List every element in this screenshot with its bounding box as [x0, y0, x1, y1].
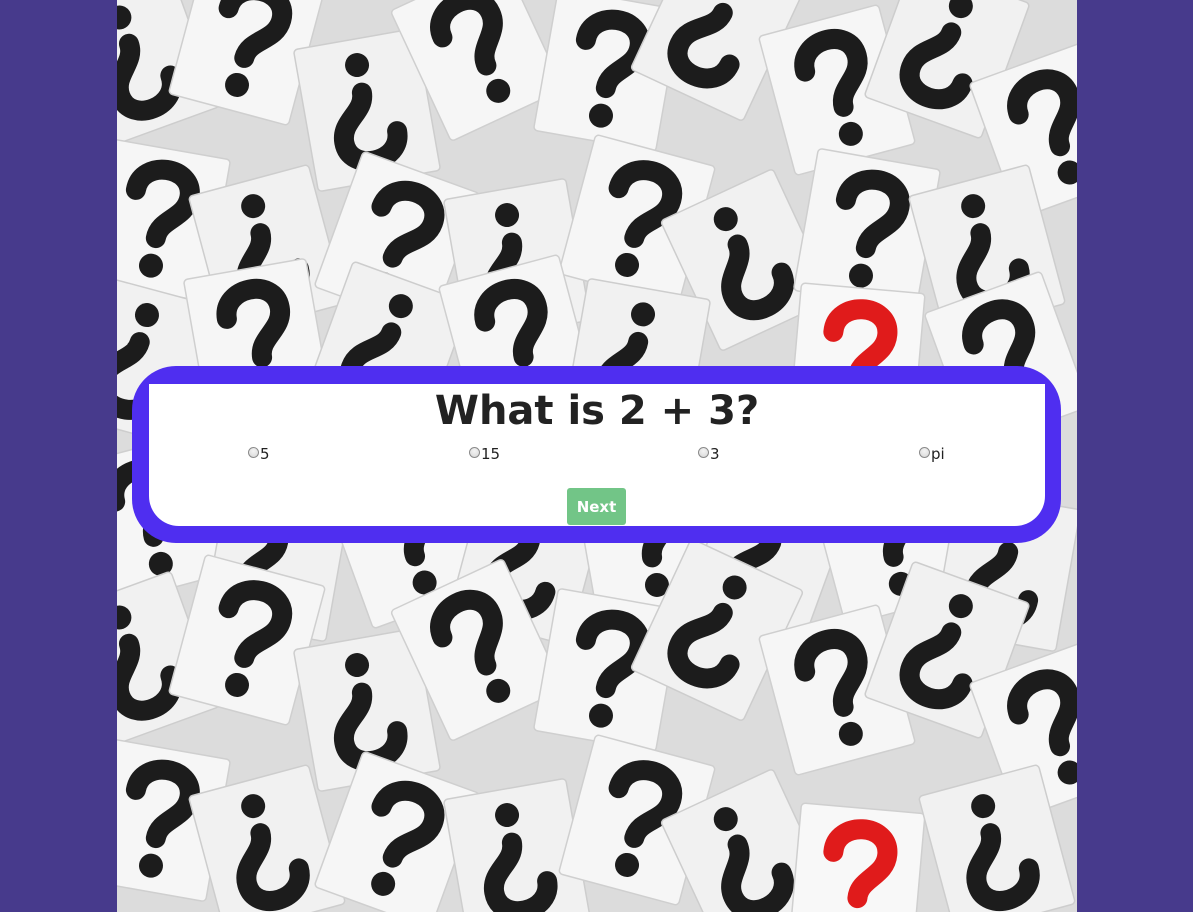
- answer-option-3[interactable]: 3: [698, 445, 720, 463]
- answer-options: 5 15 3 pi: [149, 445, 1045, 465]
- answer-option-label: 3: [710, 445, 720, 463]
- radio-button-icon[interactable]: [469, 447, 480, 458]
- quiz-card: What is 2 + 3? 5 15 3 pi Next: [149, 384, 1045, 526]
- radio-button-icon[interactable]: [248, 447, 259, 458]
- answer-option-label: 15: [481, 445, 501, 463]
- question-title: What is 2 + 3?: [434, 388, 760, 434]
- answer-option-2[interactable]: 15: [469, 445, 500, 463]
- radio-button-icon[interactable]: [698, 447, 709, 458]
- answer-option-1[interactable]: 5: [248, 445, 270, 463]
- quiz-frame: What is 2 + 3? 5 15 3 pi Next: [132, 366, 1061, 543]
- answer-option-label: pi: [931, 445, 945, 463]
- answer-option-4[interactable]: pi: [919, 445, 945, 463]
- radio-button-icon[interactable]: [919, 447, 930, 458]
- answer-option-label: 5: [260, 445, 270, 463]
- next-button[interactable]: Next: [567, 488, 626, 525]
